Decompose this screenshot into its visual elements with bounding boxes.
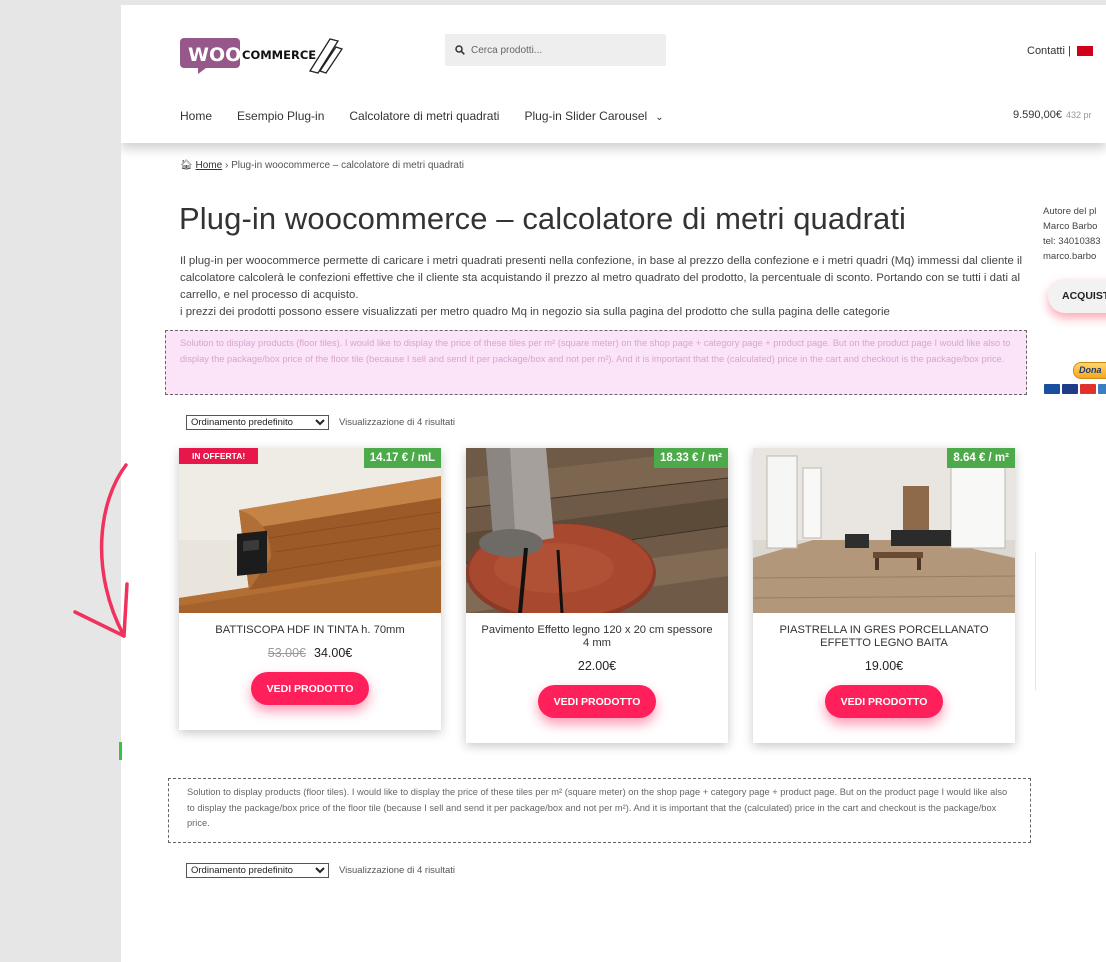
result-count-bottom: Visualizzazione di 4 risultati [339, 865, 455, 876]
amex-card-icon [1098, 384, 1106, 394]
nav-item-calcolatore[interactable]: Calcolatore di metri quadrati [349, 109, 499, 123]
unit-price-tag: 8.64 € / m² [947, 448, 1015, 468]
view-product-button[interactable]: VEDI PRODOTTO [251, 672, 369, 705]
main-nav: Home Esempio Plug-in Calcolatore di metr… [180, 109, 664, 123]
sidebar-author-widget: Autore del pl Marco Barbo tel: 34010383 … [1043, 204, 1106, 264]
sidebar-line[interactable]: marco.barbo [1043, 249, 1106, 264]
site-header: WOO COMMERCE Contatti | Home Esempio Plu… [121, 5, 1106, 143]
product-image-pavimento[interactable]: 18.33 € / m² [466, 448, 728, 613]
sale-badge: IN OFFERTA! [179, 448, 259, 464]
sorting-bar-top: Ordinamento predefinito Visualizzazione … [186, 415, 455, 430]
woocommerce-logo[interactable]: WOO COMMERCE [180, 35, 344, 75]
curved-arrow-icon [73, 463, 129, 638]
product-name[interactable]: Pavimento Effetto legno 120 x 20 cm spes… [466, 613, 728, 650]
product-image-battiscopa[interactable]: IN OFFERTA! 14.17 € / mL [179, 448, 441, 613]
notice-box-bottom: Solution to display products (floor tile… [168, 778, 1031, 843]
sidebar-line[interactable]: tel: 34010383 [1043, 234, 1106, 249]
cart-count: 432 pr [1065, 110, 1092, 120]
nav-item-esempio-plugin[interactable]: Esempio Plug-in [237, 109, 324, 123]
sidebar-line: Autore del pl [1043, 206, 1097, 217]
view-product-button[interactable]: VEDI PRODOTTO [538, 685, 656, 718]
old-price: 53.00€ [267, 646, 306, 660]
sort-select-top[interactable]: Ordinamento predefinito [186, 415, 329, 430]
product-image-piastrella[interactable]: 8.64 € / m² [753, 448, 1015, 613]
page: WOO COMMERCE Contatti | Home Esempio Plu… [121, 5, 1106, 962]
nav-item-slider-carousel-label: Plug-in Slider Carousel [524, 109, 648, 123]
view-product-button[interactable]: VEDI PRODOTTO [825, 685, 943, 718]
intro-paragraph-1: Il plug-in per woocommerce permette di c… [180, 255, 1023, 301]
unit-price-tag: 18.33 € / m² [653, 448, 728, 468]
green-edge-mark [119, 742, 122, 760]
sidebar-line: Marco Barbo [1043, 221, 1098, 232]
sorting-bar-bottom: Ordinamento predefinito Visualizzazione … [186, 863, 455, 878]
notice-box-top: Solution to display products (floor tile… [165, 330, 1027, 395]
chevron-down-icon[interactable]: ⌄ [655, 112, 663, 123]
logo-woo-text: WOO [188, 44, 241, 66]
sidebar-divider [1035, 552, 1036, 690]
sort-select-bottom[interactable]: Ordinamento predefinito [186, 863, 329, 878]
product-price: 19.00€ [864, 659, 904, 673]
nav-item-home[interactable]: Home [180, 109, 212, 123]
nav-item-slider-carousel[interactable]: Plug-in Slider Carousel ⌄ [524, 109, 663, 123]
mastercard-card-icon [1080, 384, 1096, 394]
language-flag-icon[interactable] [1076, 46, 1093, 56]
product-card-piastrella[interactable]: 8.64 € / m² PIASTRELLA IN GRES PORCELLAN… [753, 448, 1015, 743]
logo-graphic: WOO COMMERCE [180, 38, 344, 74]
search-icon [455, 45, 465, 55]
visa-card-icon [1062, 384, 1078, 394]
payment-cards [1044, 384, 1106, 394]
paypal-donate-button[interactable]: Dona [1073, 362, 1106, 379]
cart-total: 9.590,00€ [1013, 109, 1062, 121]
breadcrumb-separator: › [224, 160, 229, 171]
unit-price-tag: 14.17 € / mL [363, 448, 441, 468]
product-card-battiscopa[interactable]: IN OFFERTA! 14.17 € / mL BATTISCOPA HDF … [179, 448, 441, 730]
result-count-top: Visualizzazione di 4 risultati [339, 417, 455, 428]
contacts-link[interactable]: Contatti | [1027, 45, 1093, 57]
product-card-pavimento[interactable]: 18.33 € / m² Pavimento Effetto legno 120… [466, 448, 728, 743]
buy-button[interactable]: ACQUIST [1048, 279, 1106, 313]
breadcrumb-current: Plug-in woocommerce – calcolatore di met… [231, 160, 464, 171]
intro-text: Il plug-in per woocommerce permette di c… [180, 253, 1030, 321]
product-price: 53.00€ 34.00€ [179, 646, 441, 660]
breadcrumb-home-link[interactable]: Home [195, 160, 222, 171]
cart-summary[interactable]: 9.590,00€ 432 pr [1013, 109, 1091, 121]
page-title: Plug-in woocommerce – calcolatore di met… [179, 201, 907, 236]
breadcrumb: 🏠︎ Home › Plug-in woocommerce – calcolat… [180, 160, 464, 171]
product-name[interactable]: BATTISCOPA HDF IN TINTA h. 70mm [179, 613, 441, 637]
search-box[interactable] [445, 34, 666, 66]
logo-commerce-text: COMMERCE [242, 48, 316, 62]
sale-price: 34.00€ [314, 646, 353, 660]
intro-paragraph-2: i prezzi dei prodotti possono essere vis… [180, 306, 890, 318]
search-input[interactable] [471, 44, 651, 56]
home-icon: 🏠︎ [180, 160, 193, 171]
contacts-label: Contatti | [1027, 45, 1071, 57]
maestro-card-icon [1044, 384, 1060, 394]
product-price: 22.00€ [577, 659, 617, 673]
product-name[interactable]: PIASTRELLA IN GRES PORCELLANATO EFFETTO … [753, 613, 1015, 650]
